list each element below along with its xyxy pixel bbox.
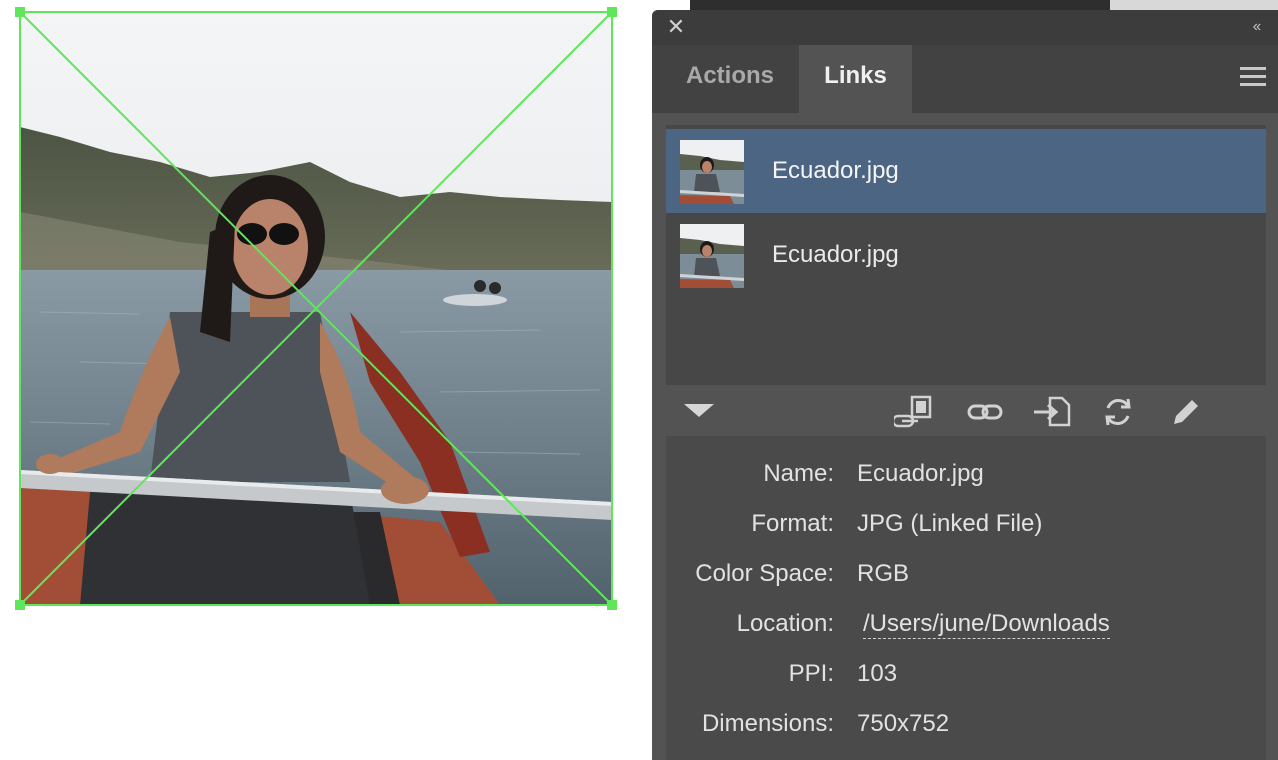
links-list: Ecuador.jpg Ecuador.jpg xyxy=(666,125,1266,385)
show-link-info-triangle-icon[interactable] xyxy=(684,404,714,417)
format-label: Format: xyxy=(751,510,834,537)
background-window-edge xyxy=(690,0,1278,10)
location-label: Location: xyxy=(736,610,834,637)
link-filename: Ecuador.jpg xyxy=(772,157,899,184)
dimensions-value: 750x752 xyxy=(857,710,950,737)
edit-original-icon[interactable] xyxy=(1166,394,1202,430)
info-row-dimensions: Dimensions: 750x752 xyxy=(666,700,1266,750)
info-row-ppi: PPI: 103 xyxy=(666,650,1266,700)
go-to-link-icon[interactable] xyxy=(1032,394,1071,430)
info-row-color-space: Color Space: RGB xyxy=(666,550,1266,600)
ppi-label: PPI: xyxy=(788,660,834,687)
panel-titlebar[interactable]: ✕ ‹‹ xyxy=(652,10,1278,45)
color-space-value: RGB xyxy=(857,560,910,587)
collapse-panel-button[interactable]: ‹‹ xyxy=(1244,16,1268,38)
placed-photo-ecuador[interactable] xyxy=(20,12,612,605)
name-value: Ecuador.jpg xyxy=(857,460,984,487)
tab-actions[interactable]: Actions xyxy=(660,45,800,113)
name-label: Name: xyxy=(763,460,834,487)
links-panel: ✕ ‹‹ Actions Links Ecuador.jpg Ecuador.j… xyxy=(652,10,1278,760)
link-info-section: Name: Ecuador.jpg Format: JPG (Linked Fi… xyxy=(666,436,1266,760)
relink-from-libraries-icon[interactable] xyxy=(894,394,932,430)
ppi-value: 103 xyxy=(857,660,898,687)
list-item-link-1[interactable]: Ecuador.jpg xyxy=(666,129,1266,213)
link-thumbnail xyxy=(680,224,744,288)
tab-links[interactable]: Links xyxy=(799,45,912,113)
links-toolbar xyxy=(652,388,1278,436)
link-thumbnail xyxy=(680,140,744,204)
link-filename: Ecuador.jpg xyxy=(772,241,899,268)
info-row-name: Name: Ecuador.jpg xyxy=(666,450,1266,500)
artboard-canvas xyxy=(0,0,652,760)
panel-tabbar: Actions Links xyxy=(652,45,1278,113)
color-space-label: Color Space: xyxy=(695,560,834,587)
format-value: JPG (Linked File) xyxy=(857,510,1043,537)
list-item-link-2[interactable]: Ecuador.jpg xyxy=(666,213,1266,297)
hamburger-menu-icon[interactable] xyxy=(1240,67,1266,87)
dimensions-label: Dimensions: xyxy=(701,710,834,737)
info-row-format: Format: JPG (Linked File) xyxy=(666,500,1266,550)
info-row-location: Location: /Users/june/Downloads xyxy=(666,600,1266,650)
relink-icon[interactable] xyxy=(966,394,1003,430)
update-link-icon[interactable] xyxy=(1100,394,1136,430)
location-link[interactable]: /Users/june/Downloads xyxy=(863,610,1110,639)
close-panel-button[interactable]: ✕ xyxy=(665,16,687,38)
